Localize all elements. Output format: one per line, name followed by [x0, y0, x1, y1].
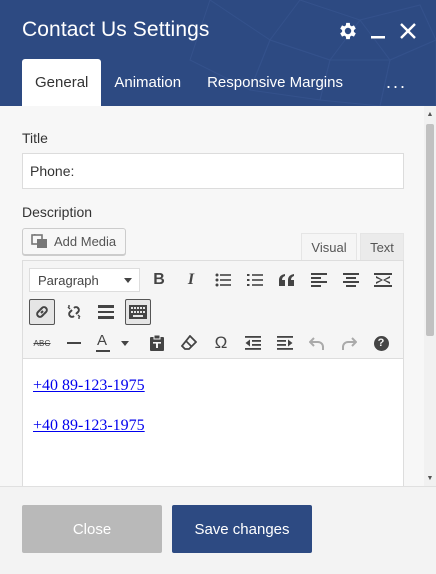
read-more-icon[interactable] [93, 299, 119, 325]
align-right-icon[interactable] [370, 267, 396, 293]
add-media-label: Add Media [54, 234, 117, 249]
save-changes-button[interactable]: Save changes [172, 505, 312, 553]
phone-link[interactable]: +40 89-123-1975 [33, 417, 145, 435]
toolbar-toggle-icon[interactable] [125, 299, 151, 325]
bold-glyph: B [153, 271, 165, 288]
scrollbar[interactable]: ▲ ▼ [424, 106, 436, 486]
title-input[interactable] [22, 153, 404, 189]
strike-glyph: ABC [33, 338, 51, 348]
format-select-value: Paragraph [38, 272, 99, 288]
dialog-footer: Close Save changes [0, 486, 436, 574]
clear-formatting-icon[interactable] [176, 330, 202, 356]
italic-icon[interactable]: I [178, 267, 204, 293]
unlink-icon[interactable] [61, 299, 87, 325]
description-editor: Paragraph B I ABC A Ω ? +40 89-123-1975 … [22, 260, 404, 486]
strikethrough-icon[interactable]: ABC [29, 330, 55, 356]
dialog-header: Contact Us Settings General Animation Re… [0, 0, 436, 106]
editor-content[interactable]: +40 89-123-1975 +40 89-123-1975 [23, 360, 403, 486]
settings-tabs: General Animation Responsive Margins [22, 59, 356, 106]
redo-icon[interactable] [336, 330, 362, 356]
numbered-list-icon[interactable] [242, 267, 268, 293]
special-character-icon[interactable]: Ω [208, 330, 234, 356]
scroll-up-icon[interactable]: ▲ [424, 108, 436, 120]
link-icon[interactable] [29, 299, 55, 325]
bullet-list-icon[interactable] [210, 267, 236, 293]
help-glyph: ? [373, 335, 389, 351]
textcolor-glyph: A [97, 332, 108, 349]
tab-responsive-margins[interactable]: Responsive Margins [194, 59, 356, 106]
format-select[interactable]: Paragraph [29, 268, 140, 292]
dialog-title: Contact Us Settings [22, 18, 210, 41]
bold-icon[interactable]: B [146, 267, 172, 293]
outdent-icon[interactable] [240, 330, 266, 356]
tab-visual[interactable]: Visual [301, 233, 357, 260]
undo-icon[interactable] [304, 330, 330, 356]
tab-text[interactable]: Text [360, 233, 404, 260]
tab-animation[interactable]: Animation [101, 59, 194, 106]
gear-icon[interactable] [335, 18, 361, 44]
scroll-thumb[interactable] [426, 124, 434, 336]
close-icon[interactable] [395, 18, 421, 44]
align-left-icon[interactable] [306, 267, 332, 293]
add-media-button[interactable]: Add Media [22, 228, 126, 255]
help-icon[interactable]: ? [368, 330, 394, 356]
horizontal-line-icon[interactable] [61, 330, 87, 356]
phone-link[interactable]: +40 89-123-1975 [33, 377, 145, 395]
omega-glyph: Ω [214, 333, 228, 352]
title-label: Title [22, 130, 48, 146]
italic-glyph: I [187, 271, 195, 288]
scroll-down-icon[interactable]: ▼ [424, 472, 436, 484]
paste-as-text-icon[interactable] [144, 330, 170, 356]
close-button[interactable]: Close [22, 505, 162, 553]
indent-icon[interactable] [272, 330, 298, 356]
minimize-icon[interactable] [365, 18, 391, 44]
align-center-icon[interactable] [338, 267, 364, 293]
blockquote-icon[interactable] [274, 267, 300, 293]
text-color-swatch [96, 350, 110, 352]
editor-toolbar: Paragraph B I ABC A Ω ? [23, 261, 403, 359]
settings-panel: Title Description Add Media Visual Text … [0, 106, 424, 486]
add-media-icon [31, 233, 49, 250]
chevron-down-icon [121, 341, 129, 346]
tab-more[interactable]: ... [386, 59, 407, 106]
description-label: Description [22, 204, 93, 220]
text-color-icon[interactable]: A [93, 330, 133, 356]
chevron-down-icon [124, 278, 132, 283]
tab-general[interactable]: General [22, 59, 102, 106]
